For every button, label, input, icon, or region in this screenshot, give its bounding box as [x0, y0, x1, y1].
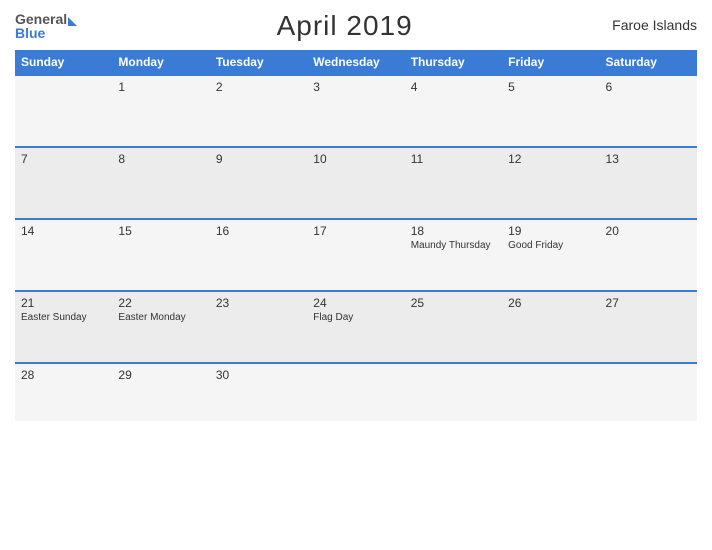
- day-number: 7: [21, 152, 106, 166]
- day-cell: 25: [405, 291, 502, 363]
- day-number: 25: [411, 296, 496, 310]
- day-number: 1: [118, 80, 203, 94]
- day-number: 27: [606, 296, 691, 310]
- day-cell: 5: [502, 75, 599, 147]
- day-cell: 15: [112, 219, 209, 291]
- day-cell: 13: [600, 147, 697, 219]
- calendar-title: April 2019: [277, 10, 413, 41]
- header-wednesday: Wednesday: [307, 50, 404, 75]
- day-cell: 14: [15, 219, 112, 291]
- day-number: 16: [216, 224, 301, 238]
- day-cell: 17: [307, 219, 404, 291]
- day-cell: 9: [210, 147, 307, 219]
- region-name: Faroe Islands: [612, 17, 697, 33]
- logo: General Blue: [15, 12, 77, 40]
- week-row-4: 21 Easter Sunday 22 Easter Monday 23 24 Flag D…: [15, 291, 697, 363]
- day-number: 3: [313, 80, 398, 94]
- day-number: 18: [411, 224, 496, 238]
- day-number: 29: [118, 368, 203, 382]
- day-number: 30: [216, 368, 301, 382]
- day-cell: 6: [600, 75, 697, 147]
- day-number: 19: [508, 224, 593, 238]
- day-cell: 29: [112, 363, 209, 421]
- day-cell: 26: [502, 291, 599, 363]
- calendar-title-section: April 2019: [77, 10, 612, 42]
- day-cell: 21 Easter Sunday: [15, 291, 112, 363]
- day-cell: 11: [405, 147, 502, 219]
- day-cell: 23: [210, 291, 307, 363]
- day-number: 28: [21, 368, 106, 382]
- calendar-page: General Blue April 2019 Faroe Islands Su…: [0, 0, 712, 550]
- header-saturday: Saturday: [600, 50, 697, 75]
- day-number: 5: [508, 80, 593, 94]
- day-number: 22: [118, 296, 203, 310]
- day-number: 15: [118, 224, 203, 238]
- day-cell: 1: [112, 75, 209, 147]
- day-number: 23: [216, 296, 301, 310]
- day-cell: 3: [307, 75, 404, 147]
- day-cell: [600, 363, 697, 421]
- region-label: Faroe Islands: [612, 17, 697, 35]
- day-number: 2: [216, 80, 301, 94]
- week-row-5: 28 29 30: [15, 363, 697, 421]
- day-number: 9: [216, 152, 301, 166]
- day-cell: 24 Flag Day: [307, 291, 404, 363]
- day-number: 24: [313, 296, 398, 310]
- week-row-2: 789 10 11 12 13: [15, 147, 697, 219]
- day-cell: [405, 363, 502, 421]
- day-number: 12: [508, 152, 593, 166]
- day-event: Maundy Thursday: [411, 240, 496, 251]
- day-cell: 18 Maundy Thursday: [405, 219, 502, 291]
- logo-general: General: [15, 12, 67, 26]
- day-cell: 27: [600, 291, 697, 363]
- day-cell: 2: [210, 75, 307, 147]
- day-event: Good Friday: [508, 240, 593, 251]
- day-cell: 10: [307, 147, 404, 219]
- header-thursday: Thursday: [405, 50, 502, 75]
- week-row-3: 14 15 16 17 18 Maundy Thursday 19 Good Friday 20: [15, 219, 697, 291]
- day-cell: 12: [502, 147, 599, 219]
- day-number: 8: [118, 152, 203, 166]
- header-monday: Monday: [112, 50, 209, 75]
- day-number: 21: [21, 296, 106, 310]
- day-event: Easter Monday: [118, 312, 203, 323]
- day-cell: [307, 363, 404, 421]
- day-number: 13: [606, 152, 691, 166]
- day-number: 14: [21, 224, 106, 238]
- calendar-header: General Blue April 2019 Faroe Islands: [15, 10, 697, 42]
- day-cell: 4: [405, 75, 502, 147]
- day-cell: 20: [600, 219, 697, 291]
- calendar-table: Sunday Monday Tuesday Wednesday Thursday…: [15, 50, 697, 421]
- day-number: 6: [606, 80, 691, 94]
- day-number: 20: [606, 224, 691, 238]
- day-number: 4: [411, 80, 496, 94]
- day-event: Easter Sunday: [21, 312, 106, 323]
- day-cell: 8: [112, 147, 209, 219]
- day-event: Flag Day: [313, 312, 398, 323]
- day-cell: 19 Good Friday: [502, 219, 599, 291]
- logo-blue: Blue: [15, 26, 77, 40]
- day-cell: 28: [15, 363, 112, 421]
- day-cell: 7: [15, 147, 112, 219]
- day-cell: 16: [210, 219, 307, 291]
- day-cell: 22 Easter Monday: [112, 291, 209, 363]
- weekday-header-row: Sunday Monday Tuesday Wednesday Thursday…: [15, 50, 697, 75]
- week-row-1: 123456: [15, 75, 697, 147]
- day-number: 10: [313, 152, 398, 166]
- day-cell: [502, 363, 599, 421]
- header-tuesday: Tuesday: [210, 50, 307, 75]
- day-cell: 30: [210, 363, 307, 421]
- header-friday: Friday: [502, 50, 599, 75]
- day-cell: [15, 75, 112, 147]
- day-number: 11: [411, 152, 496, 166]
- day-number: 17: [313, 224, 398, 238]
- day-number: 26: [508, 296, 593, 310]
- header-sunday: Sunday: [15, 50, 112, 75]
- logo-triangle-icon: [68, 17, 77, 26]
